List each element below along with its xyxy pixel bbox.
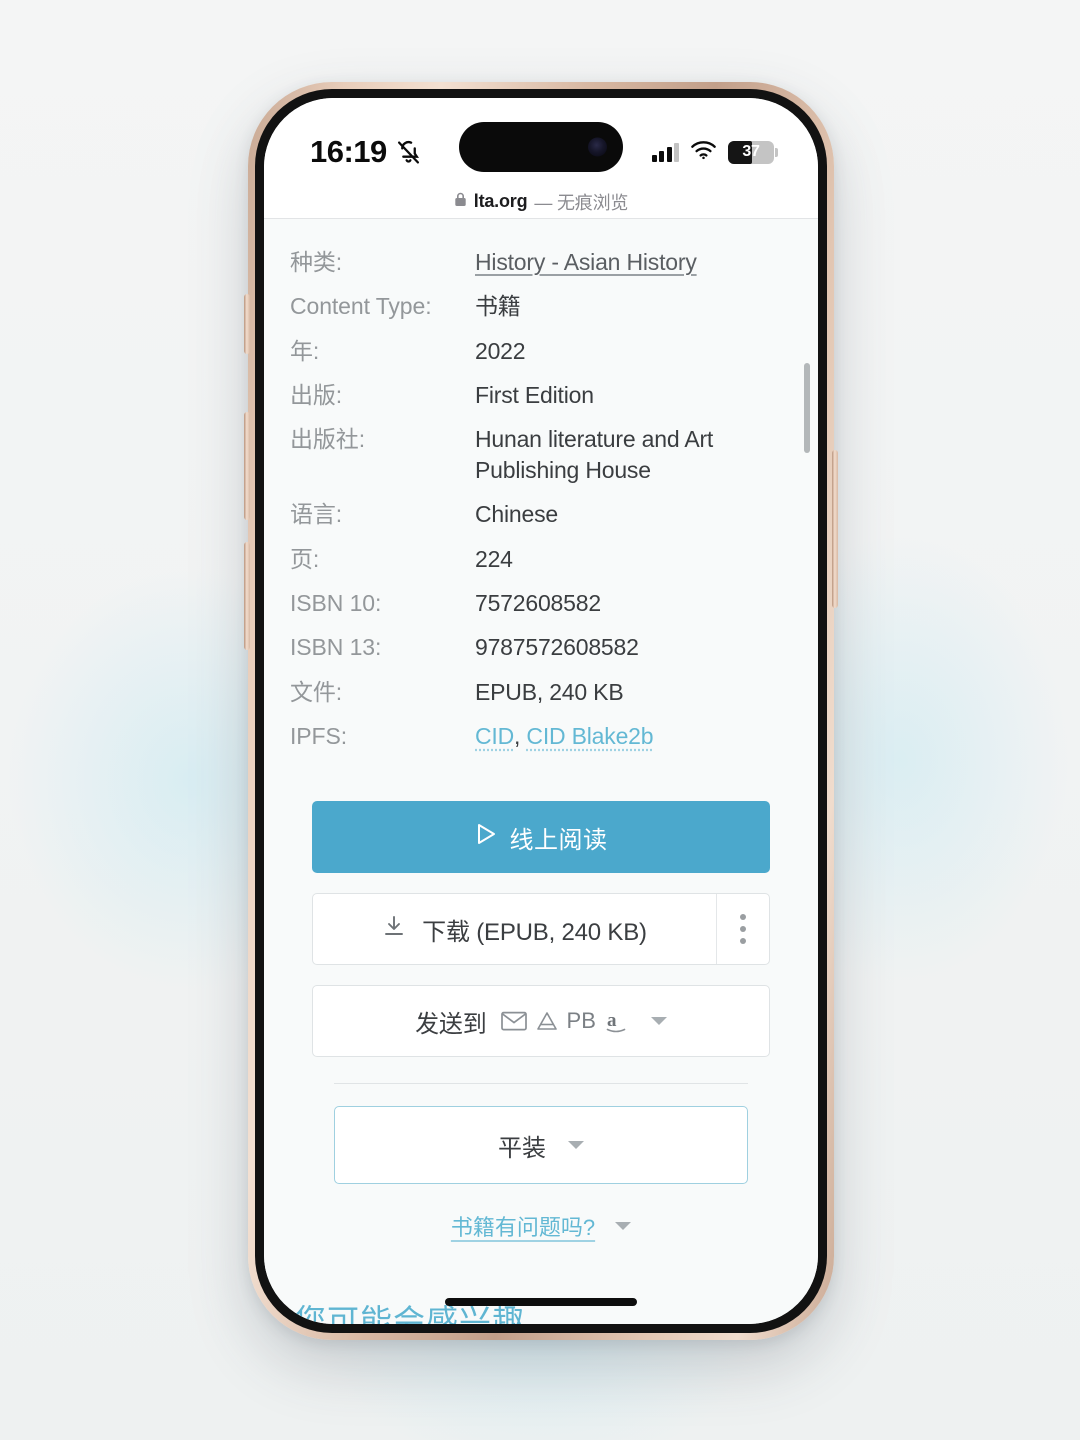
meta-label: ISBN 10:: [290, 589, 382, 616]
bell-off-icon: [396, 140, 421, 165]
meta-value: History - Asian History: [475, 247, 792, 291]
front-camera-icon: [588, 137, 607, 157]
table-row: 文件: EPUB, 240 KB: [290, 677, 792, 721]
google-drive-icon: [536, 1012, 557, 1030]
home-indicator[interactable]: [445, 1298, 637, 1306]
report-problem-link[interactable]: 书籍有问题吗?: [451, 1210, 595, 1242]
table-row: 年: 2022: [290, 336, 792, 380]
dynamic-island: [459, 122, 623, 172]
meta-value: 书籍: [475, 293, 521, 320]
chevron-down-icon: [568, 1141, 584, 1150]
meta-value: EPUB, 240 KB: [475, 678, 624, 705]
lock-icon: [454, 192, 467, 212]
pocketbook-icon: PB: [566, 1008, 596, 1034]
url-incognito-label: — 无痕浏览: [534, 192, 629, 213]
url-domain-label: lta.org: [473, 191, 528, 211]
kebab-menu-icon[interactable]: [716, 894, 769, 965]
cellular-signal-icon: [651, 142, 679, 162]
email-icon: [500, 1012, 527, 1031]
table-row: 出版: First Edition: [290, 380, 792, 424]
download-icon: [382, 914, 406, 945]
ipfs-separator: ,: [514, 722, 521, 749]
meta-label: 出版:: [290, 382, 343, 409]
table-row: IPFS: CID, CID Blake2b: [290, 721, 792, 765]
meta-label: 年:: [290, 337, 320, 364]
ipfs-cid-link[interactable]: CID: [475, 723, 514, 749]
book-metadata-table: 种类: History - Asian History Content Type…: [290, 247, 792, 765]
status-bar-left: 16:19: [310, 134, 470, 170]
download-button-row: 下载 (EPUB, 240 KB): [312, 893, 770, 966]
action-buttons-group: 线上阅读 下载 (EPUB, 240 KB) 发送到 PB a 平装 书籍有问题…: [290, 801, 792, 1242]
category-link[interactable]: History - Asian History: [475, 249, 697, 275]
meta-value: Hunan literature and Art Publishing Hous…: [475, 426, 714, 483]
status-clock: 16:19: [310, 134, 387, 169]
web-page-viewport: 种类: History - Asian History Content Type…: [264, 219, 818, 1324]
meta-value: 224: [475, 545, 513, 572]
table-row: 种类: History - Asian History: [290, 247, 792, 291]
status-bar: 16:19 37: [264, 98, 818, 184]
volume-down-button[interactable]: [244, 542, 250, 650]
meta-label: IPFS:: [290, 722, 348, 749]
status-bar-right: 37: [651, 140, 778, 165]
page-content: 种类: History - Asian History Content Type…: [264, 247, 818, 1324]
browser-url-bar[interactable]: lta.org — 无痕浏览: [264, 184, 818, 219]
phone-screen: 16:19 37 lta.org — 无痕浏览 种类: History - As…: [264, 98, 818, 1324]
table-row: 语言: Chinese: [290, 499, 792, 543]
table-row: Content Type: 书籍: [290, 291, 792, 335]
amazon-kindle-icon: a: [606, 1010, 626, 1033]
chevron-down-icon: [615, 1222, 632, 1231]
power-button[interactable]: [832, 450, 838, 608]
wifi-icon: [690, 140, 717, 165]
section-divider: [334, 1083, 748, 1085]
meta-value: 9787572608582: [475, 634, 639, 661]
phone-bezel: 16:19 37 lta.org — 无痕浏览 种类: History - As…: [255, 89, 827, 1333]
meta-label: Content Type:: [290, 293, 432, 320]
page-scrollbar[interactable]: [804, 363, 810, 453]
table-row: ISBN 10: 7572608582: [290, 588, 792, 632]
chevron-down-icon: [650, 1017, 667, 1026]
phone-device-frame: 16:19 37 lta.org — 无痕浏览 种类: History - As…: [244, 82, 838, 1340]
meta-label: 页:: [290, 545, 320, 572]
meta-value: CID, CID Blake2b: [475, 721, 792, 765]
svg-text:a: a: [607, 1010, 617, 1031]
send-to-label: 发送到: [415, 1010, 487, 1038]
meta-label: 种类:: [290, 249, 343, 275]
download-button[interactable]: 下载 (EPUB, 240 KB): [313, 894, 716, 964]
action-button[interactable]: [244, 294, 250, 354]
meta-value: First Edition: [475, 382, 594, 409]
ipfs-cid-blake2b-link[interactable]: CID Blake2b: [526, 723, 653, 749]
send-to-button[interactable]: 发送到 PB a: [312, 985, 770, 1058]
meta-value: 2022: [475, 337, 526, 364]
table-row: ISBN 13: 9787572608582: [290, 632, 792, 676]
format-select[interactable]: 平装: [334, 1106, 748, 1185]
table-row: 出版社: Hunan literature and Art Publishing…: [290, 424, 792, 499]
meta-value: 7572608582: [475, 589, 601, 616]
read-online-label: 线上阅读: [509, 826, 608, 854]
send-to-targets: PB a: [500, 1008, 627, 1034]
meta-label: 出版社:: [290, 426, 365, 453]
volume-up-button[interactable]: [244, 412, 250, 520]
battery-icon: 37: [728, 140, 778, 164]
format-selected-label: 平装: [498, 1134, 546, 1162]
meta-label: 语言:: [290, 501, 343, 528]
play-icon: [475, 822, 497, 853]
meta-label: ISBN 13:: [290, 634, 382, 661]
meta-label: 文件:: [290, 678, 343, 705]
download-label: 下载 (EPUB, 240 KB): [422, 918, 647, 946]
table-row: 页: 224: [290, 544, 792, 588]
read-online-button[interactable]: 线上阅读: [312, 801, 770, 874]
meta-value: Chinese: [475, 501, 558, 528]
battery-percent-label: 37: [742, 143, 760, 160]
report-problem-row: 书籍有问题吗?: [312, 1210, 770, 1242]
